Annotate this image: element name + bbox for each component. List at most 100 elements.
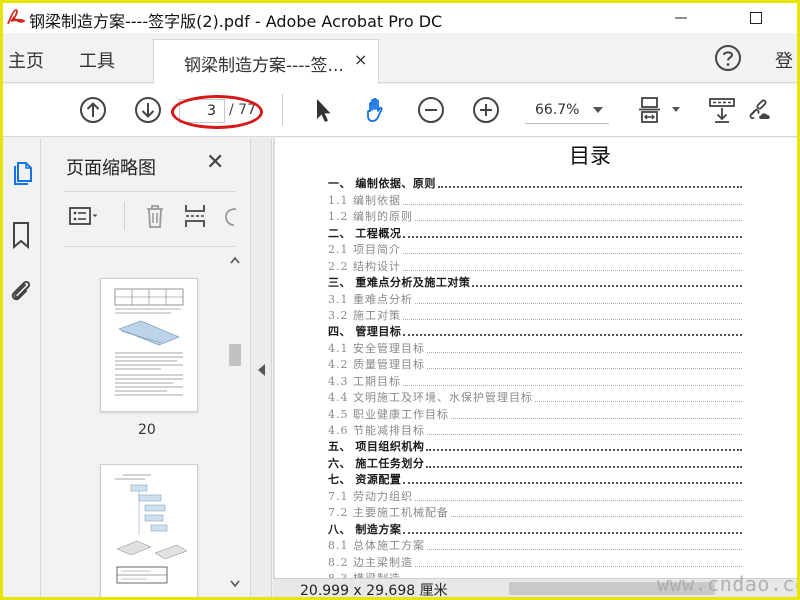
toc-leader-dots bbox=[415, 499, 742, 501]
toc-entry[interactable]: 一、 编制依据、原则 bbox=[328, 174, 742, 190]
toc-entry[interactable]: 4.4 文明施工及环境、水保护管理目标 bbox=[328, 388, 742, 404]
toc-leader-dots bbox=[535, 401, 742, 403]
panel-title: 页面缩略图 bbox=[66, 158, 156, 179]
panel-divider bbox=[64, 191, 236, 192]
toc-leader-dots bbox=[426, 465, 742, 468]
toc-entry-label: 4.3 工期目标 bbox=[328, 374, 401, 388]
toc-entry[interactable]: 4.6 节能减排目标 bbox=[328, 421, 742, 437]
toc-entry-label: 8.2 边主梁制造 bbox=[328, 555, 413, 569]
toc-entry[interactable]: 1.2 编制的原则 bbox=[328, 207, 742, 223]
toc-leader-dots bbox=[427, 434, 742, 435]
toc-entry-label: 4.4 文明施工及环境、水保护管理目标 bbox=[328, 391, 533, 405]
document-view[interactable]: 目录 一、 编制依据、原则 1.1 编制依据 1.2 编制的原则 二、 工程概况 2.1… bbox=[273, 138, 797, 597]
previous-page-icon[interactable] bbox=[78, 95, 108, 125]
hand-tool-icon[interactable] bbox=[361, 95, 391, 125]
page-thumbnails-icon[interactable] bbox=[6, 160, 36, 190]
toc-entry[interactable]: 2.2 结构设计 bbox=[328, 256, 742, 273]
toc-entry-label: 8.1 总体施工方案 bbox=[328, 539, 425, 553]
toc-leader-dots bbox=[472, 285, 742, 288]
toc-entry[interactable]: 4.3 工期目标 bbox=[328, 371, 742, 388]
page-thumbnails-panel: 页面缩略图 ✕ 20 bbox=[42, 138, 250, 597]
thumbnail-preview bbox=[114, 288, 184, 396]
toc-entry[interactable]: 4.1 安全管理目标 bbox=[328, 338, 742, 355]
menu-home[interactable]: 主页 bbox=[8, 47, 44, 73]
thumbnail-preview bbox=[115, 474, 188, 584]
watermark: www.cndao.com bbox=[657, 572, 797, 596]
toc-entry[interactable]: 七、 资源配置 bbox=[328, 470, 742, 486]
toolbar-separator bbox=[124, 202, 125, 230]
toc-leader-dots bbox=[427, 351, 742, 353]
acrobat-logo-icon bbox=[7, 9, 26, 25]
close-panel-icon[interactable]: ✕ bbox=[206, 150, 224, 175]
toc-entry-label: 7.1 劳动力组织 bbox=[328, 489, 413, 503]
page-thumbnail[interactable] bbox=[100, 464, 198, 597]
next-page-icon[interactable] bbox=[133, 95, 163, 125]
pdf-page: 目录 一、 编制依据、原则 1.1 编制依据 1.2 编制的原则 二、 工程概况 2.1… bbox=[275, 138, 797, 585]
zoom-in-icon[interactable] bbox=[471, 95, 501, 125]
zoom-out-icon[interactable] bbox=[416, 95, 446, 125]
toolbar: / 77 66.7% bbox=[3, 84, 797, 137]
tab-bar: 主页 工具 钢梁制造方案----签... × 登 bbox=[3, 33, 797, 84]
toc-entry[interactable]: 二、 工程概况 bbox=[328, 223, 742, 240]
left-navigation-rail bbox=[3, 138, 41, 597]
select-cursor-icon[interactable] bbox=[308, 95, 338, 125]
menu-tools[interactable]: 工具 bbox=[79, 47, 115, 73]
attachment-icon[interactable] bbox=[6, 276, 36, 306]
toc-entry[interactable]: 六、 施工任务划分 bbox=[328, 453, 742, 470]
toc-entry-label: 七、 资源配置 bbox=[328, 473, 402, 487]
toc-leader-dots bbox=[426, 449, 742, 452]
zoom-select[interactable]: 66.7% bbox=[525, 98, 609, 124]
page-size-readout: 20.999 x 29.698 厘米 bbox=[300, 583, 448, 597]
rotate-icon[interactable] bbox=[222, 201, 238, 231]
toc-entry[interactable]: 7.1 劳动力组织 bbox=[328, 486, 742, 503]
toc-entry[interactable]: 八、 制造方案 bbox=[328, 519, 742, 536]
toc-entry[interactable]: 三、 重难点分析及施工对策 bbox=[328, 273, 742, 289]
scrollbar-thumb[interactable] bbox=[229, 344, 241, 366]
toc-entry[interactable]: 8.2 边主梁制造 bbox=[328, 552, 742, 569]
minimize-button[interactable] bbox=[658, 3, 704, 33]
trash-icon[interactable] bbox=[142, 201, 168, 231]
toc-entry-label: 四、 管理目标 bbox=[328, 325, 402, 339]
toc-entry[interactable]: 2.1 项目简介 bbox=[328, 240, 742, 256]
toc-entry-label: 7.2 主要施工机械配备 bbox=[328, 506, 449, 520]
toc-entry[interactable]: 8.1 总体施工方案 bbox=[328, 536, 742, 552]
toc-entry[interactable]: 4.2 质量管理目标 bbox=[328, 355, 742, 371]
page-thumbnail[interactable] bbox=[100, 278, 198, 412]
toc-leader-dots bbox=[427, 368, 742, 370]
chevron-left-icon[interactable] bbox=[258, 364, 265, 376]
thumbnail-scrollbar[interactable] bbox=[225, 250, 245, 596]
chevron-up-icon[interactable] bbox=[230, 256, 240, 264]
toc-entry-label: 三、 重难点分析及施工对策 bbox=[328, 276, 471, 290]
bookmark-icon[interactable] bbox=[6, 220, 36, 250]
toc-leader-dots bbox=[403, 253, 742, 255]
toc-entry[interactable]: 7.2 主要施工机械配备 bbox=[328, 503, 742, 519]
document-tab[interactable]: 钢梁制造方案----签... × bbox=[153, 39, 379, 84]
scrolling-mode-icon[interactable] bbox=[707, 95, 737, 125]
chevron-down-icon[interactable] bbox=[672, 107, 680, 112]
toc-entry[interactable]: 1.1 编制依据 bbox=[328, 190, 742, 207]
window-title: 钢梁制造方案----签字版(2).pdf - Adobe Acrobat Pro… bbox=[29, 12, 443, 31]
toc-entry-label: 八、 制造方案 bbox=[328, 522, 402, 536]
toc-entry-label: 二、 工程概况 bbox=[328, 226, 402, 240]
toc-entry[interactable]: 3.1 重难点分析 bbox=[328, 289, 742, 306]
toc-entry[interactable]: 五、 项目组织机构 bbox=[328, 437, 742, 453]
toc-entry[interactable]: 四、 管理目标 bbox=[328, 322, 742, 338]
toc-heading: 目录 bbox=[569, 144, 611, 168]
toc-entry[interactable]: 3.2 施工对策 bbox=[328, 306, 742, 322]
close-tab-icon[interactable]: × bbox=[354, 50, 367, 69]
zoom-value: 66.7% bbox=[535, 102, 580, 118]
toolbar-separator bbox=[282, 94, 283, 126]
insert-page-icon[interactable] bbox=[182, 201, 208, 231]
help-icon[interactable] bbox=[713, 43, 743, 73]
maximize-button[interactable] bbox=[733, 3, 779, 33]
toc-entry-label: 2.1 项目简介 bbox=[328, 243, 401, 257]
toc-entry-label: 4.6 节能减排目标 bbox=[328, 424, 425, 437]
toc-entry[interactable]: 4.5 职业健康工作目标 bbox=[328, 404, 742, 421]
toc-entry-label: 1.2 编制的原则 bbox=[328, 210, 413, 224]
chevron-down-icon[interactable] bbox=[230, 580, 240, 588]
page-display-icon[interactable] bbox=[636, 95, 666, 125]
thumbnail-options-icon[interactable] bbox=[68, 201, 98, 231]
sign-in-link[interactable]: 登 bbox=[775, 47, 793, 73]
panel-collapse-handle[interactable] bbox=[250, 138, 272, 597]
share-link-icon[interactable] bbox=[745, 95, 775, 125]
